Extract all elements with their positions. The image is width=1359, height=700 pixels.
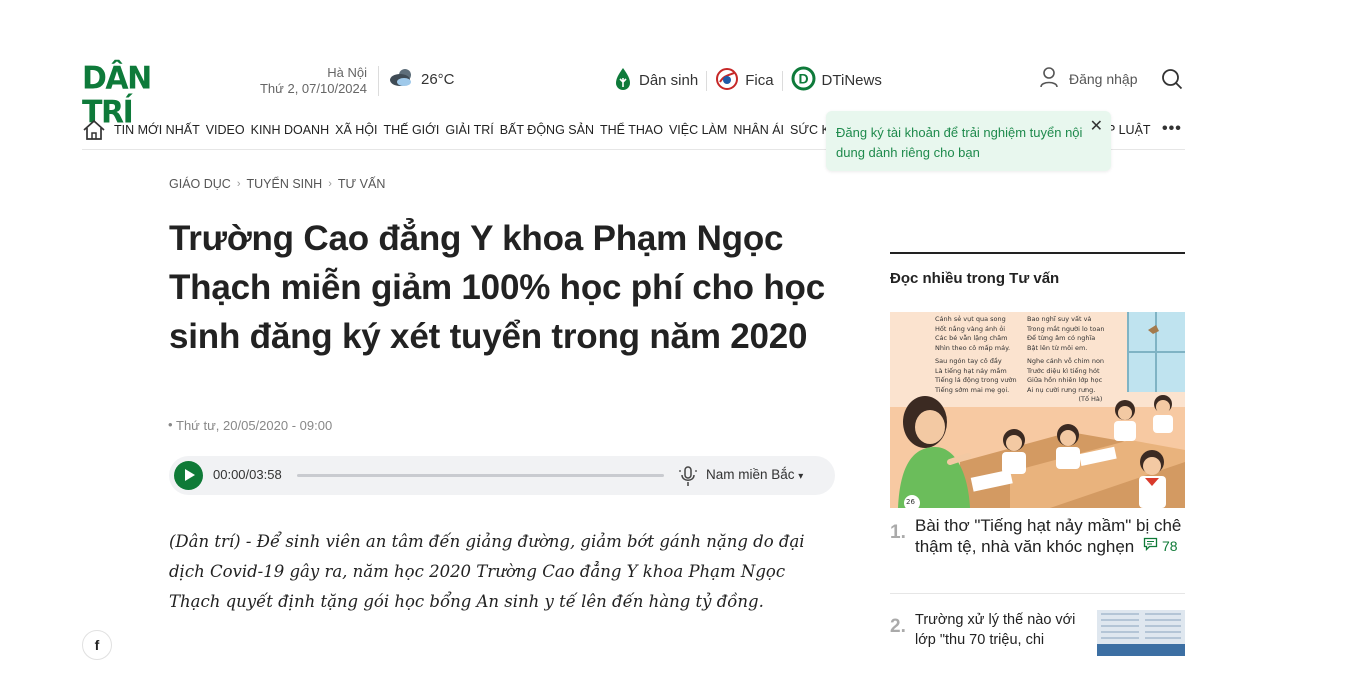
chevron-down-icon: ▾ [798, 471, 804, 482]
svg-text:D: D [798, 71, 808, 87]
weather-widget: 26°C [389, 66, 455, 92]
close-icon[interactable]: ✕ [1090, 117, 1103, 137]
article-date: Thứ tư, 20/05/2020 - 09:00 [168, 417, 332, 433]
play-icon[interactable] [174, 461, 203, 490]
most-read-item-title[interactable]: Bài thơ "Tiếng hạt nảy mầm" bị chê thậm … [915, 516, 1181, 556]
sidebar-rule [890, 252, 1185, 254]
comment-count[interactable]: 78 [1143, 536, 1178, 556]
cloud-icon [389, 66, 415, 92]
current-date: Thứ 2, 07/10/2024 [259, 81, 367, 96]
sidebar-divider [890, 593, 1185, 594]
breadcrumb-item[interactable]: TUYỂN SINH [246, 177, 322, 191]
microphone-icon[interactable] [678, 465, 698, 492]
dantri-logo[interactable]: DÂN TRÍ [82, 62, 208, 129]
sidebar-title: Đọc nhiều trong Tư vấn [890, 270, 1060, 287]
search-icon [1161, 69, 1183, 94]
partner-dansinh-label: Dân sinh [639, 72, 699, 89]
audio-time: 00:00/03:58 [213, 467, 282, 482]
page-number: 26 [906, 498, 915, 506]
nav-item[interactable]: TIN MỚI NHẤT [114, 123, 200, 137]
partner-dtinews[interactable]: D DTiNews [783, 66, 890, 95]
voice-select[interactable]: Nam miền Bắc ▾ [706, 467, 803, 482]
nav-item[interactable]: GIẢI TRÍ [445, 123, 493, 137]
location-date: Hà Nội Thứ 2, 07/10/2024 [240, 65, 367, 97]
nav-item[interactable]: VIDEO [206, 123, 245, 137]
partner-dansinh[interactable]: Dân sinh [613, 67, 706, 95]
partner-fica[interactable]: Fica [707, 67, 781, 95]
dansinh-icon [613, 67, 633, 95]
sidebar-thumbnail[interactable]: Cánh sẻ vụt qua song Hốt nắng vàng ánh ỏi… [890, 312, 1185, 508]
search-button[interactable] [1161, 68, 1183, 95]
comment-count-value: 78 [1162, 538, 1178, 554]
most-read-item-thumbnail[interactable] [1097, 610, 1185, 656]
partner-fica-label: Fica [745, 72, 774, 89]
breadcrumb: GIÁO DỤC › TUYỂN SINH › TƯ VẤN [169, 177, 385, 191]
temperature: 26°C [421, 70, 455, 88]
partner-links: Dân sinh Fica D DTiNews [613, 66, 890, 95]
poem-left: Cánh sẻ vụt qua song Hốt nắng vàng ánh ỏi… [935, 315, 1017, 394]
nav-item[interactable]: NHÂN ÁI [733, 123, 784, 137]
login-label: Đăng nhập [1069, 70, 1138, 87]
more-menu-button[interactable]: ••• [1162, 120, 1182, 138]
chevron-right-icon: › [236, 178, 241, 190]
audio-player: 00:00/03:58 Nam miền Bắc ▾ [169, 456, 835, 495]
nav-item[interactable]: BẤT ĐỘNG SẢN [500, 123, 594, 137]
location-label: Hà Nội [327, 65, 367, 80]
most-read-item-title-wrap: Bài thơ "Tiếng hạt nảy mầm" bị chê thậm … [915, 516, 1185, 557]
nav-item[interactable]: XÃ HỘI [335, 123, 377, 137]
most-read-item-title[interactable]: Trường xử lý thế nào với lớp "thu 70 tri… [915, 610, 1090, 650]
nav-item[interactable]: THẾ GIỚI [383, 123, 439, 137]
signup-tooltip: Đăng ký tài khoản để trải nghiệm tuyển n… [826, 111, 1111, 171]
tooltip-text: Đăng ký tài khoản để trải nghiệm tuyển n… [836, 125, 1083, 160]
rank-number: 1. [890, 522, 906, 543]
rank-number: 2. [890, 616, 906, 637]
article-title: Trường Cao đẳng Y khoa Phạm Ngọc Thạch m… [169, 219, 825, 356]
voice-select-value: Nam miền Bắc [706, 467, 795, 482]
login-link[interactable]: Đăng nhập [1039, 66, 1138, 91]
breadcrumb-item[interactable]: GIÁO DỤC [169, 177, 231, 191]
fica-icon [715, 67, 739, 95]
facebook-icon: f [94, 637, 100, 653]
chevron-right-icon: › [328, 178, 332, 190]
article-lead: (Dân trí) - Để sinh viên an tâm đến giản… [169, 532, 805, 611]
facebook-share-button[interactable]: f [82, 630, 112, 660]
header-divider [378, 66, 379, 96]
nav-item[interactable]: KINH DOANH [251, 123, 329, 137]
nav-item-phap-luat[interactable]: P LUẬT [1107, 123, 1151, 137]
partner-dtinews-label: DTiNews [821, 72, 882, 89]
article-body-clipped [169, 648, 839, 658]
nav-item[interactable]: VIỆC LÀM [669, 123, 727, 137]
user-icon [1039, 66, 1059, 91]
audio-progress-bar[interactable] [297, 474, 664, 477]
home-icon[interactable] [82, 119, 106, 146]
nav-item[interactable]: THỂ THAO [600, 123, 663, 137]
most-read-item[interactable]: 2. Trường xử lý thế nào với lớp "thu 70 … [890, 610, 1185, 656]
breadcrumb-item[interactable]: TƯ VẤN [338, 177, 386, 191]
dtinews-icon: D [791, 66, 816, 95]
poem-right: Bao nghĩ suy vất vả Trong mắt người lo to… [1027, 315, 1105, 403]
nav-items: TIN MỚI NHẤT VIDEO KINH DOANH XÃ HỘI THẾ… [114, 123, 857, 137]
comment-icon [1143, 536, 1158, 556]
